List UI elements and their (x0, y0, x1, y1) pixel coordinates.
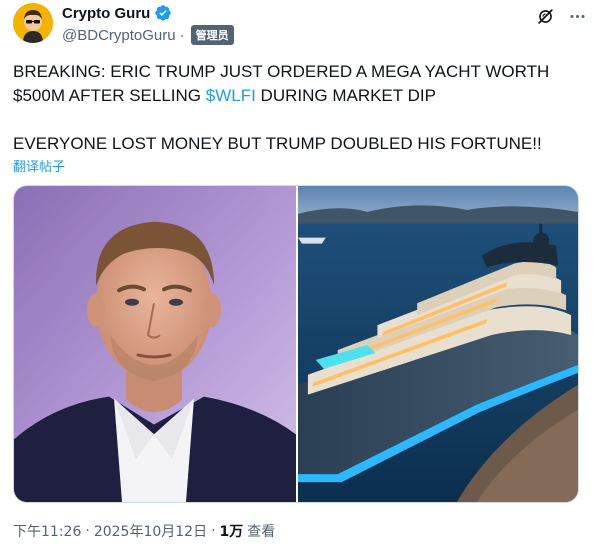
media-grid (13, 185, 579, 503)
handle[interactable]: @BDCryptoGuru (62, 27, 176, 44)
tweet-header: Crypto Guru @BDCryptoGuru · 管理员 (62, 3, 588, 45)
admin-badge: 管理员 (190, 25, 234, 45)
tweet-line-2-after: DURING MARKET DIP (255, 86, 436, 105)
header-actions (534, 5, 588, 27)
yacht-illustration (298, 186, 578, 502)
media-image-portrait[interactable] (14, 186, 296, 502)
portrait-illustration (14, 186, 296, 502)
post-time[interactable]: 下午11:26 (13, 521, 81, 541)
tweet-line-3: EVERYONE LOST MONEY BUT TRUMP DOUBLED HI… (13, 134, 542, 153)
tweet-line-2-before: $500M AFTER SELLING (13, 86, 206, 105)
views-label: 查看 (247, 524, 276, 540)
avatar[interactable] (13, 3, 53, 43)
separator: · (179, 26, 185, 44)
tweet-line-1: BREAKING: ERIC TRUMP JUST ORDERED A MEGA… (13, 62, 550, 81)
tweet: Crypto Guru @BDCryptoGuru · 管理员 BREAKING… (0, 0, 598, 549)
post-date[interactable]: 2025年10月12日 (94, 521, 207, 541)
avatar-image (13, 3, 53, 43)
handle-row: @BDCryptoGuru · 管理员 (62, 25, 234, 45)
verified-badge-icon[interactable] (154, 4, 172, 22)
more-icon[interactable] (566, 5, 588, 27)
tweet-text: BREAKING: ERIC TRUMP JUST ORDERED A MEGA… (13, 60, 588, 156)
footer-separator: · (85, 523, 90, 539)
media-image-yacht[interactable] (298, 186, 578, 502)
grok-icon[interactable] (534, 5, 556, 27)
translate-post-link[interactable]: 翻译帖子 (13, 156, 65, 175)
tweet-footer: 下午11:26 · 2025年10月12日 · 1万 查看 (13, 521, 275, 541)
footer-separator: · (211, 523, 216, 539)
name-row: Crypto Guru (62, 4, 172, 22)
display-name[interactable]: Crypto Guru (62, 5, 150, 22)
views-count: 1万 (219, 524, 244, 540)
cashtag-link[interactable]: $WLFI (206, 86, 256, 105)
